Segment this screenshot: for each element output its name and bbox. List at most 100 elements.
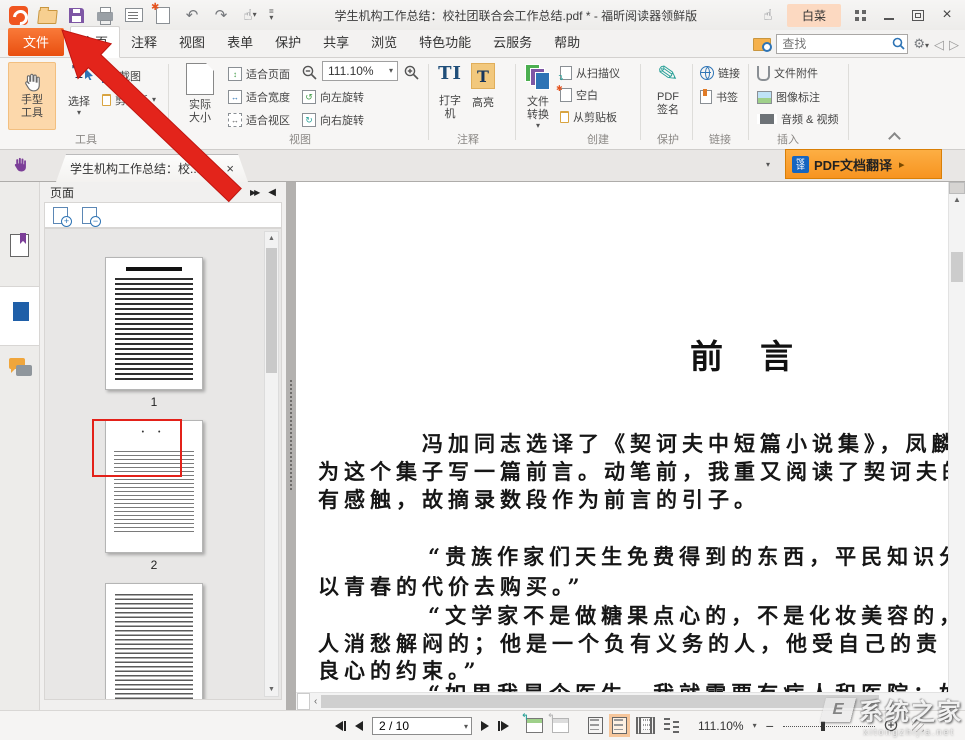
single-page-layout-button[interactable]	[588, 717, 603, 734]
typewriter-button[interactable]: TI 打字机	[436, 65, 464, 121]
layout-grid-icon[interactable]	[850, 5, 870, 25]
redo-button[interactable]: ↷	[211, 5, 231, 25]
thumbnail-scrollbar-thumb[interactable]	[266, 248, 277, 373]
zoom-level-combo[interactable]: 111.10% ▾	[322, 61, 398, 81]
actual-size-button[interactable]: 实际大小	[178, 63, 222, 125]
previous-view-button[interactable]	[526, 718, 543, 733]
comments-panel-button[interactable]	[9, 358, 25, 369]
email-button[interactable]	[124, 5, 144, 25]
thumbnail-page-1[interactable]	[105, 257, 203, 390]
next-view-button[interactable]	[552, 718, 569, 733]
find-input[interactable]	[776, 34, 908, 54]
thumbnail-page-3[interactable]	[105, 583, 203, 700]
tab-protect[interactable]: 保护	[264, 27, 312, 57]
horizontal-scrollbar[interactable]: ‹	[296, 692, 948, 710]
fit-width-button[interactable]: ↔ 适合宽度	[228, 89, 290, 105]
undo-button[interactable]: ↶	[182, 5, 202, 25]
search-folder-icon[interactable]	[753, 38, 771, 51]
hand-tool-button[interactable]: 手型工具	[8, 62, 56, 130]
rotate-right-button[interactable]: ↻ 向右旋转	[302, 112, 364, 128]
horizontal-scrollbar-thumb[interactable]	[321, 695, 879, 708]
facing-layout-button[interactable]	[636, 717, 655, 734]
foxit-logo-icon[interactable]	[8, 5, 28, 25]
save-button[interactable]	[66, 5, 86, 25]
close-tab-icon[interactable]: ×	[226, 161, 234, 176]
zoom-slider-knob[interactable]	[821, 721, 825, 731]
scroll-up-icon[interactable]: ▲	[949, 195, 965, 204]
pdf-translate-banner[interactable]: PDF译 PDF文档翻译 ▸	[785, 149, 942, 179]
like-icon[interactable]: ☝	[758, 5, 778, 25]
vertical-scrollbar-thumb[interactable]	[951, 252, 963, 282]
file-menu-button[interactable]: 文件	[8, 28, 64, 56]
find-settings-button[interactable]: ⚙▾	[913, 37, 929, 51]
image-annotation-button[interactable]: 图像标注	[757, 89, 820, 105]
find-next-button[interactable]: ▷	[949, 38, 959, 51]
thumbnail-scrollbar[interactable]: ▲ ▼	[264, 231, 279, 697]
tab-features[interactable]: 特色功能	[408, 27, 482, 57]
zoom-out-button[interactable]: −	[766, 718, 774, 734]
tab-home[interactable]: 主页	[70, 26, 120, 58]
document-tab[interactable]: 学生机构工作总结：校... ×	[56, 154, 248, 182]
pdf-sign-button[interactable]: ✎ PDF 签名	[648, 63, 688, 117]
find-previous-button[interactable]: ◁	[934, 38, 944, 51]
page-dropdown-icon[interactable]: ▾	[464, 723, 468, 731]
print-button[interactable]	[95, 5, 115, 25]
fit-page-button[interactable]: ↕ 适合页面	[228, 66, 290, 82]
highlight-button[interactable]: T 高亮	[468, 63, 498, 110]
tab-form[interactable]: 表单	[216, 27, 264, 57]
select-tool-button[interactable]: T 选择 ▾	[60, 64, 98, 117]
tab-comment[interactable]: 注释	[120, 27, 168, 57]
bookmark-button[interactable]: 书签	[700, 89, 738, 105]
close-button[interactable]: ×	[937, 5, 957, 25]
last-page-button[interactable]	[498, 721, 509, 731]
maximize-button[interactable]	[908, 5, 928, 25]
zoom-slider[interactable]	[783, 719, 875, 733]
enlarge-thumbnails-button[interactable]	[53, 207, 68, 224]
audio-video-button[interactable]: 音频 & 视频	[757, 111, 838, 127]
clipboard-button[interactable]: 剪贴板 ▾	[102, 92, 156, 108]
continuous-facing-layout-button[interactable]	[664, 718, 679, 733]
pages-panel-button[interactable]	[13, 302, 29, 321]
from-clipboard-button[interactable]: 从剪贴板	[560, 109, 617, 125]
customize-toolbar-button[interactable]: =▾	[269, 9, 274, 22]
first-page-button[interactable]	[335, 721, 346, 731]
link-button[interactable]: 链接	[700, 65, 740, 81]
tab-browse[interactable]: 浏览	[360, 27, 408, 57]
previous-page-button[interactable]	[355, 721, 363, 731]
collapse-ribbon-button[interactable]	[888, 132, 901, 145]
tab-list-dropdown[interactable]: ▾	[766, 161, 770, 169]
zoom-in-button[interactable]	[884, 718, 899, 733]
hand-gesture-button[interactable]: ☝▾	[240, 5, 260, 25]
scroll-left-icon[interactable]: ‹	[310, 696, 321, 707]
blank-page-button[interactable]: ✱ 空白	[560, 87, 598, 103]
panel-collapse-icon[interactable]: ◀	[268, 187, 276, 198]
from-scanner-button[interactable]: ↴ 从扫描仪	[560, 65, 620, 81]
panel-expand-icon[interactable]: ▶▶	[250, 188, 258, 197]
bookmarks-panel-button[interactable]	[10, 234, 29, 257]
zoom-dropdown-icon[interactable]: ▾	[753, 722, 757, 730]
page-number-input[interactable]	[372, 717, 472, 735]
fit-visible-button[interactable]: ↔ 适合视区	[228, 112, 290, 128]
zoom-out-icon[interactable]	[302, 65, 317, 80]
zoom-in-icon[interactable]	[404, 65, 419, 80]
shrink-thumbnails-button[interactable]	[82, 207, 97, 224]
create-pdf-button[interactable]: ✱	[153, 5, 173, 25]
file-attachment-button[interactable]: 文件附件	[757, 65, 818, 81]
open-file-button[interactable]	[37, 5, 57, 25]
snapshot-button[interactable]: 截图	[102, 68, 141, 84]
rotate-left-button[interactable]: ↺ 向左旋转	[302, 89, 364, 105]
minimize-button[interactable]	[879, 5, 899, 25]
tab-share[interactable]: 共享	[312, 27, 360, 57]
collaboration-hand-icon[interactable]	[11, 156, 29, 174]
panel-splitter[interactable]	[286, 182, 296, 710]
tab-view[interactable]: 视图	[168, 27, 216, 57]
user-account-button[interactable]: 白菜	[787, 4, 841, 27]
search-icon[interactable]	[892, 37, 905, 50]
current-view-rectangle[interactable]	[92, 419, 182, 477]
tab-cloud[interactable]: 云服务	[482, 27, 543, 57]
file-convert-button[interactable]: 文件转换 ▾	[523, 64, 553, 130]
resize-grip[interactable]	[912, 720, 924, 732]
tab-help[interactable]: 帮助	[543, 27, 591, 57]
next-page-button[interactable]	[481, 721, 489, 731]
continuous-layout-button[interactable]	[612, 717, 627, 734]
